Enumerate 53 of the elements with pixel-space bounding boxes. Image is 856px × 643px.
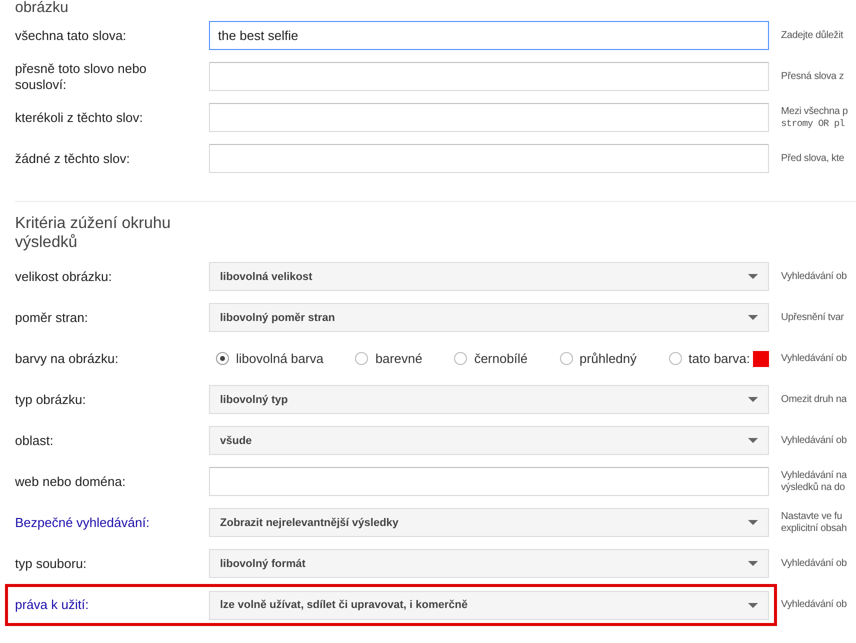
dropdown-select[interactable]: libovolná velikost [209,262,769,291]
field-label: velikost obrázku: [15,268,112,284]
hint-text: Před slova, kte [781,152,846,164]
section-heading: Kritéria zúžení okruhu výsledků [14,214,172,253]
hint-text: Mezi všechna p stromy OR pl [781,106,849,130]
dropdown-select[interactable]: libovolný typ [209,385,769,414]
text-input-field[interactable] [209,144,769,173]
field-label-link[interactable]: Bezpečné vyhledávání: [15,514,150,530]
field-label: typ souboru: [15,556,87,572]
dropdown-select[interactable]: libovolný poměr stran [209,303,769,332]
hint-text: Vyhledávání ob [781,599,848,611]
radio-option[interactable]: libovolná barva [216,351,324,366]
hint-text: Upřesnění tvar [781,312,845,324]
text-input-field[interactable] [209,62,769,91]
field-label: všechna tato slova: [15,28,126,44]
hint-text: Vyhledávání na výsledků na do [781,470,848,494]
hint-text: Zadejte důležit [781,30,844,42]
field-label: žádné z těchto slov: [15,150,130,166]
hint-text: Vyhledávání ob [781,434,848,446]
field-label: přesně toto slovo nebo sousloví: [15,60,148,92]
field-label: oblast: [15,432,54,448]
hint-text: Vyhledávání ob [781,352,848,364]
dropdown-select[interactable]: lze volně užívat, sdílet či upravovat, i komerčně [209,590,769,620]
radio-option[interactable]: barevné [355,351,422,366]
text-input-field[interactable] [209,467,769,496]
hint-text: Vyhledávání ob [781,558,848,570]
radio-option[interactable]: černobílé [454,351,528,366]
dropdown-select[interactable]: všude [209,426,769,455]
color-swatch[interactable] [752,350,769,366]
field-label-link[interactable]: práva k užití: [15,597,89,613]
caret-icon [748,397,758,402]
field-label: web nebo doména: [15,474,126,490]
hint-text: Přesná slova z [781,70,845,82]
radio-option[interactable]: průhledný [560,351,637,366]
hint-text: Vyhledávání ob [781,270,848,282]
text-input-field[interactable]: the best selfie [209,21,769,50]
radio-option[interactable]: tato barva: [668,350,769,366]
caret-icon [748,602,758,608]
field-label: kterékoli z těchto slov: [15,110,143,126]
text-input-field[interactable] [209,103,769,132]
caret-icon [748,274,758,279]
caret-icon [748,438,758,443]
caret-icon [748,561,758,566]
field-label: barvy na obrázku: [15,350,118,366]
caret-icon [748,315,758,320]
field-label: typ obrázku: [15,392,86,408]
hint-text: Nastavte ve fu explicitní obsah [781,510,848,534]
section-heading: obrázku [14,0,70,15]
dropdown-select[interactable]: Zobrazit nejrelevantnější výsledky [209,508,769,537]
hint-text: Omezit druh na [781,394,848,406]
caret-icon [748,520,758,525]
dropdown-select[interactable]: libovolný formát [209,549,769,578]
field-label: poměr stran: [15,310,88,326]
